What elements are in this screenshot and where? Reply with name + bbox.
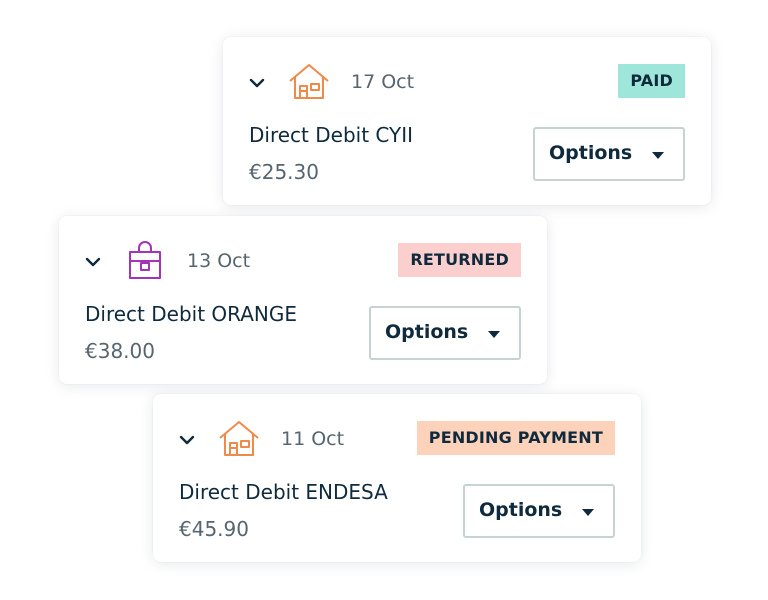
house-icon — [219, 421, 259, 456]
payment-card: 13 Oct RETURNED Direct Debit ORANGE €38.… — [59, 216, 547, 384]
payment-title: Direct Debit ENDESA — [179, 480, 388, 504]
payment-amount: €45.90 — [179, 517, 249, 541]
payment-date: 11 Oct — [281, 428, 345, 450]
chevron-down-icon[interactable] — [177, 430, 197, 450]
house-icon — [289, 64, 329, 99]
status-badge: PAID — [618, 64, 685, 98]
options-label: Options — [479, 499, 563, 521]
status-badge: PENDING PAYMENT — [416, 421, 615, 455]
caret-down-icon — [488, 331, 500, 338]
status-badge: RETURNED — [398, 243, 521, 277]
caret-down-icon — [652, 152, 664, 159]
options-button[interactable]: Options — [369, 306, 521, 360]
payment-amount: €25.30 — [249, 160, 319, 184]
payment-date: 17 Oct — [351, 71, 415, 93]
payment-title: Direct Debit ORANGE — [85, 302, 298, 326]
chevron-down-icon[interactable] — [83, 252, 103, 272]
caret-down-icon — [582, 509, 594, 516]
options-label: Options — [385, 321, 469, 343]
payment-title: Direct Debit CYII — [249, 123, 414, 147]
payment-date: 13 Oct — [187, 250, 251, 272]
options-button[interactable]: Options — [533, 127, 685, 181]
payment-card: 17 Oct PAID Direct Debit CYII €25.30 Opt… — [223, 37, 711, 205]
shopping-bag-icon — [129, 241, 161, 279]
chevron-down-icon[interactable] — [247, 73, 267, 93]
payment-amount: €38.00 — [85, 339, 155, 363]
options-label: Options — [549, 142, 633, 164]
options-button[interactable]: Options — [463, 484, 615, 538]
payment-card: 11 Oct PENDING PAYMENT Direct Debit ENDE… — [153, 394, 641, 562]
